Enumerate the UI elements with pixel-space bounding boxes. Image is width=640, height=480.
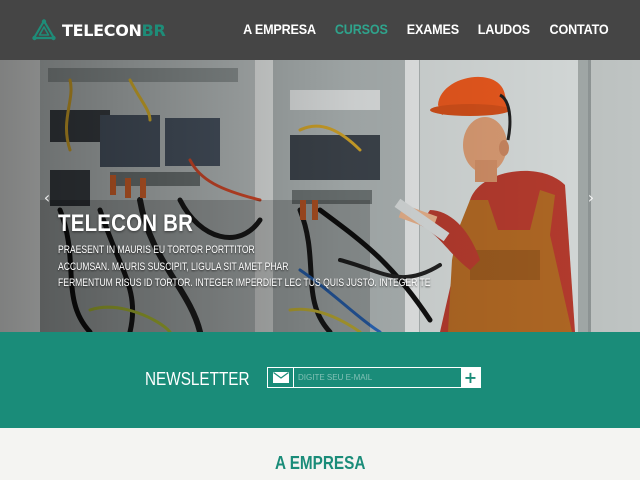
nav-item-contato[interactable]: CONTATO bbox=[549, 21, 608, 37]
nav-item-exames[interactable]: EXAMES bbox=[406, 21, 458, 37]
brand-logo[interactable]: TELECONBR bbox=[32, 17, 166, 43]
triangle-network-logo-icon bbox=[32, 19, 56, 41]
about-title-text: A EMPRESA bbox=[274, 453, 366, 473]
main-nav: A EMPRESA CURSOS EXAMES LAUDOS CONTATO bbox=[235, 21, 608, 37]
site-header: TELECONBR A EMPRESA CURSOS EXAMES LAUDOS… bbox=[0, 0, 640, 60]
hero-line: ACCUMSAN. MAURIS SUSCIPIT, LIGULA SIT AM… bbox=[58, 260, 289, 273]
newsletter-label: NEWSLETTER bbox=[145, 369, 250, 389]
envelope-icon bbox=[268, 368, 294, 387]
plus-icon: + bbox=[463, 368, 478, 387]
hero-description: PRAESENT IN MAURIS EU TORTOR PORTTITOR A… bbox=[58, 242, 431, 292]
hero-line: FERMENTUM RISUS ID TORTOR. INTEGER IMPER… bbox=[58, 277, 431, 289]
hero-line: PRAESENT IN MAURIS EU TORTOR PORTTITOR bbox=[58, 244, 255, 256]
newsletter-email-input[interactable] bbox=[294, 368, 461, 387]
brand-name: TELECONBR bbox=[62, 21, 166, 40]
newsletter-section: NEWSLETTER + bbox=[0, 332, 640, 428]
brand-name-main: TELECON bbox=[62, 20, 142, 40]
chevron-right-icon: › bbox=[587, 188, 595, 207]
slider-prev-button[interactable]: ‹ bbox=[40, 188, 54, 208]
nav-item-cursos[interactable]: CURSOS bbox=[335, 21, 388, 37]
slider-next-button[interactable]: › bbox=[584, 188, 598, 208]
nav-item-laudos[interactable]: LAUDOS bbox=[477, 21, 529, 37]
about-title: A EMPRESA bbox=[0, 453, 640, 474]
nav-item-a-empresa[interactable]: A EMPRESA bbox=[243, 21, 316, 37]
hero-slider: ‹ › TELECON BR PRAESENT IN MAURIS EU TOR… bbox=[0, 60, 640, 332]
newsletter-form: + bbox=[267, 367, 481, 388]
chevron-left-icon: ‹ bbox=[43, 188, 51, 207]
brand-name-accent: BR bbox=[141, 20, 166, 40]
hero-caption: TELECON BR PRAESENT IN MAURIS EU TORTOR … bbox=[58, 210, 431, 292]
hero-title: TELECON BR bbox=[58, 210, 194, 237]
newsletter-submit-button[interactable]: + bbox=[461, 368, 480, 387]
about-section: A EMPRESA bbox=[0, 428, 640, 480]
